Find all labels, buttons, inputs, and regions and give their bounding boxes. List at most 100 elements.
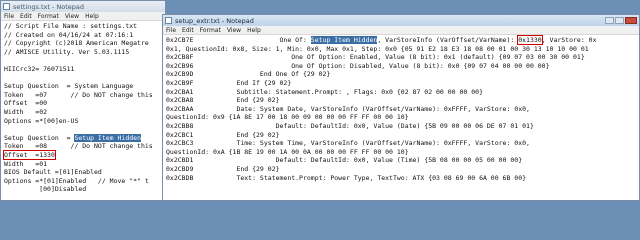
close-icon[interactable]	[625, 17, 637, 24]
text-line: 0x2CBA1 Subtitle: Statement.Prompt: , Fl…	[166, 88, 639, 97]
line-text: Token =07 // Do NOT change this	[4, 90, 153, 99]
line-text: , VarStoreInfo (VarOffset/VarName):	[377, 36, 519, 44]
text-line: Offset =1330	[3, 149, 165, 160]
text-line: 0x2CB8F One Of Option: Enabled, Value (8…	[166, 53, 639, 62]
window-controls	[605, 17, 639, 24]
text-line: Options =*[00]en-US	[4, 117, 165, 126]
text-line: Setup Question = Setup Item Hidden	[4, 133, 165, 143]
text-line: 0x1, QuestionId: 0x8, Size: 1, Min: 0x0,…	[166, 45, 639, 54]
line-text: 0x2CB7E One Of:	[166, 36, 311, 44]
line-text: HIICrc32= 76071511	[4, 64, 75, 73]
text-line: 0x2CBA8 End {29 02}	[166, 96, 639, 105]
line-text: 0x2CB8F One Of Option: Enabled, Value (8…	[166, 53, 585, 62]
menu-format[interactable]: Format	[197, 27, 224, 34]
line-text: // Created on 04/16/24 at 07:16:1	[4, 30, 134, 39]
line-text: Token =08 // Do NOT change this	[4, 142, 153, 151]
line-text: 0x2CBA8 End {29 02}	[166, 96, 280, 105]
menu-view[interactable]: View	[224, 27, 244, 34]
line-text: // Script File Name : settings.txt	[4, 22, 138, 30]
menu-bar: File Edit Format View Help	[1, 12, 165, 21]
title-bar[interactable]: settings.txt - Notepad	[1, 1, 165, 12]
line-text: QuestionId: 0xA {1B 8E 19 00 1A 00 0A 00…	[166, 147, 409, 156]
text-line: 0x2CB9D End One Of {29 02}	[166, 70, 639, 79]
window-title: setup_extr.txt - Notepad	[175, 16, 254, 25]
text-line: 0x2CBC3 Time: System Time, VarStoreInfo …	[166, 139, 639, 148]
line-text: 0x2CBAA Date: System Date, VarStoreInfo …	[166, 104, 530, 113]
menu-file[interactable]: File	[163, 27, 179, 34]
text-line: Offset =00	[4, 99, 165, 108]
title-bar[interactable]: setup_extr.txt - Notepad	[163, 15, 639, 26]
line-text: Width =01	[4, 159, 48, 168]
line-text: 0x2CBA1 Subtitle: Statement.Prompt: , Fl…	[166, 87, 483, 96]
text-line: 0x2CBC1 End {29 02}	[166, 131, 639, 140]
text-line: 0x2CBD1 Default: DefaultId: 0x0, Value (…	[166, 156, 639, 165]
text-line	[4, 74, 165, 83]
notepad-icon	[165, 17, 172, 24]
line-text: Width =02	[4, 107, 48, 116]
text-line: 0x2CB96 One Of Option: Disabled, Value (…	[166, 62, 639, 71]
line-text: 0x1, QuestionId: 0x8, Size: 1, Min: 0x0,…	[166, 44, 589, 53]
line-text: // AMISCE Utility. Ver 5.03.1115	[4, 47, 130, 56]
text-line: 0x2CBB8 Default: DefaultId: 0x0, Value (…	[166, 122, 639, 131]
text-editor-area[interactable]: // Script File Name : settings.txt// Cre…	[1, 21, 165, 194]
text-line	[4, 56, 165, 65]
text-line: 0x2CB9F End If {29 02}	[166, 79, 639, 88]
text-line: QuestionId: 0x9 {1A 8E 17 00 18 00 09 00…	[166, 113, 639, 122]
text-line: 0x2CBAA Date: System Date, VarStoreInfo …	[166, 105, 639, 114]
line-text: // Copyright (c)2018 American Megatre	[4, 39, 149, 48]
minimize-icon[interactable]	[605, 17, 614, 24]
line-text: 0x2CB9D End One Of {29 02}	[166, 70, 331, 79]
line-text: 0x2CB96 One Of Option: Disabled, Value (…	[166, 61, 550, 70]
window-title: settings.txt - Notepad	[13, 2, 85, 11]
text-line: // Created on 04/16/24 at 07:16:1	[4, 31, 165, 40]
text-line: Options =*[01]Enabled // Move "*" t	[4, 177, 165, 186]
line-text: Setup Question =	[4, 133, 75, 142]
text-editor-area[interactable]: 0x2CB7E One Of: Setup Item Hidden, VarSt…	[163, 35, 639, 182]
line-text: Setup Question = System Language	[4, 82, 134, 91]
menu-view[interactable]: View	[62, 13, 82, 20]
text-line: Token =08 // Do NOT change this	[4, 142, 165, 151]
text-line: 0x2CBDB Text: Statement.Prompt: Power Ty…	[166, 174, 639, 183]
text-line: Width =01	[4, 160, 165, 169]
text-line: Token =07 // Do NOT change this	[4, 91, 165, 100]
line-text: 0x2CBB8 Default: DefaultId: 0x0, Value (…	[166, 121, 534, 130]
maximize-icon[interactable]	[615, 17, 624, 24]
line-text: Options =*[00]en-US	[4, 116, 79, 125]
menu-edit[interactable]: Edit	[17, 13, 35, 20]
text-line: [00]Disabled	[4, 185, 165, 194]
text-line: HIICrc32= 76071511	[4, 65, 165, 74]
line-text: 0x2CBC3 Time: System Time, VarStoreInfo …	[166, 139, 530, 148]
selected-text: Setup Item Hidden	[74, 133, 141, 142]
menu-bar: File Edit Format View Help	[163, 26, 639, 35]
boxed-value: 0x1330	[517, 35, 543, 45]
line-text: 0x2CBD1 Default: DefaultId: 0x0, Value (…	[166, 156, 523, 165]
setup-extr-notepad-window[interactable]: setup_extr.txt - Notepad File Edit Forma…	[162, 14, 640, 201]
selected-text: Setup Item Hidden	[310, 36, 378, 44]
text-line: 0x2CBD9 End {29 02}	[166, 165, 639, 174]
boxed-value: Offset =1330	[3, 149, 56, 160]
menu-edit[interactable]: Edit	[179, 27, 197, 34]
menu-help[interactable]: Help	[244, 27, 264, 34]
text-line: Setup Question = System Language	[4, 82, 165, 91]
menu-format[interactable]: Format	[35, 13, 62, 20]
line-text: 0x2CB9F End If {29 02}	[166, 78, 292, 87]
line-text: Offset =00	[4, 99, 48, 108]
text-line	[4, 125, 165, 134]
settings-notepad-window[interactable]: settings.txt - Notepad File Edit Format …	[0, 0, 166, 201]
text-line: 0x2CB7E One Of: Setup Item Hidden, VarSt…	[166, 35, 639, 45]
line-text: [00]Disabled	[4, 185, 87, 194]
line-text: BIOS Default =[01]Enabled	[4, 168, 102, 177]
menu-help[interactable]: Help	[82, 13, 102, 20]
line-text: 0x2CBC1 End {29 02}	[166, 130, 280, 139]
line-text: 0x2CBD9 End {29 02}	[166, 164, 280, 173]
notepad-icon	[3, 3, 10, 10]
line-text: , VarStore: 0x	[541, 36, 597, 44]
text-line: // Copyright (c)2018 American Megatre	[4, 39, 165, 48]
text-line: // AMISCE Utility. Ver 5.03.1115	[4, 48, 165, 57]
line-text: QuestionId: 0x9 {1A 8E 17 00 18 00 09 00…	[166, 113, 409, 122]
text-line: // Script File Name : settings.txt	[4, 22, 165, 31]
text-line: QuestionId: 0xA {1B 8E 19 00 1A 00 0A 00…	[166, 148, 639, 157]
menu-file[interactable]: File	[1, 13, 17, 20]
line-text: Options =*[01]Enabled // Move "*" t	[4, 176, 149, 185]
line-text: 0x2CBDB Text: Statement.Prompt: Power Ty…	[166, 173, 527, 182]
